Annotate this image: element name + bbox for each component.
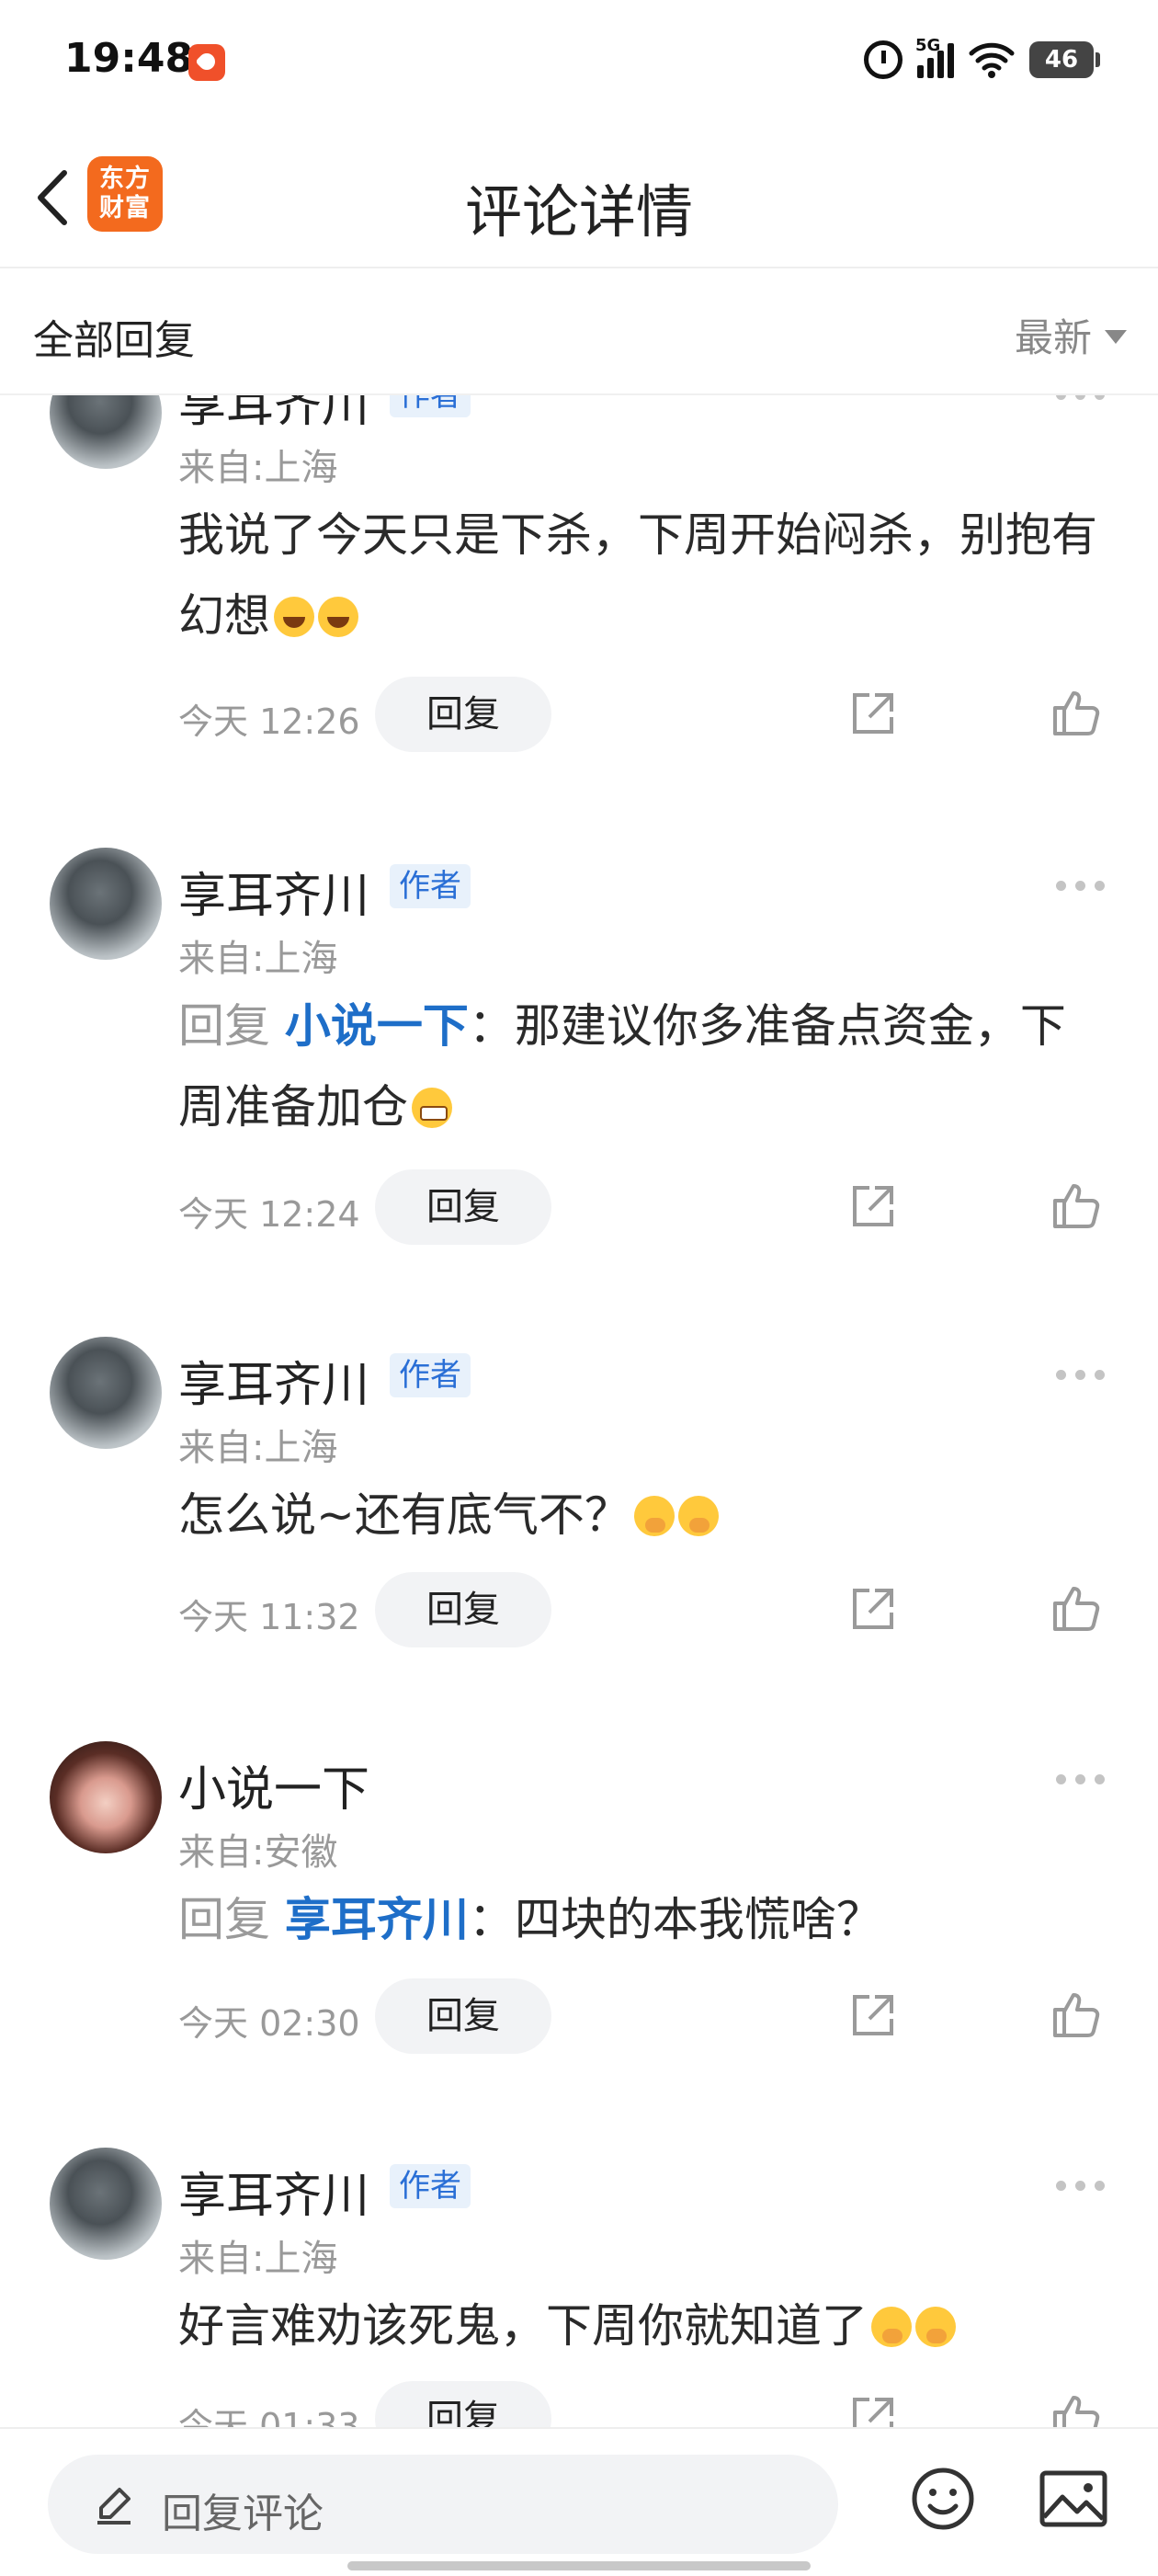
commenter-name[interactable]: 享耳齐川	[178, 1346, 369, 1415]
more-dots-icon[interactable]	[1056, 2181, 1105, 2191]
commenter-name[interactable]: 享耳齐川	[178, 2157, 369, 2226]
status-icons: 5G 46	[864, 36, 1100, 83]
avatar[interactable]	[50, 1741, 162, 1853]
reply-button[interactable]: 回复	[375, 1572, 551, 1647]
comment-body: 我说了今天只是下杀，下周开始闷杀，别抱有幻想	[178, 508, 1097, 643]
comment-text: 回复 小说一下：那建议你多准备点资金，下周准备加仓	[178, 986, 1107, 1147]
reply-input-placeholder: 回复评论	[162, 2491, 324, 2537]
thumbs-up-icon[interactable]	[1050, 686, 1103, 739]
commenter-location: 来自:上海	[178, 2238, 338, 2280]
reply-button[interactable]: 回复	[375, 1169, 551, 1245]
share-icon[interactable]	[847, 1583, 899, 1635]
avatar[interactable]	[50, 2148, 162, 2260]
wifi-icon	[969, 42, 1015, 78]
sort-bar: 全部回复 最新	[0, 268, 1158, 395]
commenter-name[interactable]: 享耳齐川	[178, 857, 369, 926]
author-badge: 作者	[390, 1353, 471, 1397]
pencil-icon	[97, 2488, 131, 2525]
thumbs-up-icon[interactable]	[1050, 1581, 1103, 1635]
page-title: 评论详情	[464, 178, 693, 245]
commenter-location: 来自:上海	[178, 1427, 338, 1469]
sort-value: 最新	[1014, 315, 1092, 360]
bottom-reply-bar: 回复评论	[0, 2427, 1158, 2576]
share-icon[interactable]	[847, 1180, 899, 1232]
commenter-location: 来自:上海	[178, 938, 338, 980]
comment-time: 今天 11:32	[178, 1597, 360, 1637]
sort-dropdown[interactable]: 最新	[1015, 307, 1127, 363]
all-replies-title: 全部回复	[33, 317, 195, 364]
reply-button[interactable]: 回复	[375, 677, 551, 752]
comment-time: 今天 02:30	[178, 2003, 360, 2044]
thumbs-up-icon[interactable]	[1050, 1179, 1103, 1232]
comment-meta: 今天 02:30 回复	[178, 1978, 1107, 2054]
top-nav-bar: 东方 财富 评论详情	[0, 129, 1158, 268]
hand-over-mouth-emoji-icon	[633, 1496, 675, 1536]
hand-over-mouth-emoji-icon	[871, 2307, 912, 2347]
cellular-signal-icon: 5G	[915, 36, 954, 78]
thumbs-up-icon[interactable]	[1050, 1988, 1103, 2041]
status-time: 19:48	[64, 35, 194, 82]
laugh-emoji-icon	[274, 597, 314, 637]
commenter-name[interactable]: 小说一下	[178, 1750, 369, 1819]
author-badge: 作者	[390, 864, 471, 908]
avatar[interactable]	[50, 1337, 162, 1449]
share-icon[interactable]	[847, 1989, 899, 2041]
reply-comment-input[interactable]: 回复评论	[48, 2455, 838, 2554]
home-indicator[interactable]	[347, 2561, 811, 2570]
avatar[interactable]	[50, 848, 162, 960]
reply-button[interactable]: 回复	[375, 1978, 551, 2054]
image-icon[interactable]	[1039, 2469, 1108, 2528]
grin-emoji-icon	[412, 1088, 452, 1128]
comment-body: ：四块的本我慌啥？	[468, 1893, 882, 1946]
comment-time: 今天 12:24	[178, 1194, 360, 1235]
network-type: 5G	[915, 36, 941, 55]
share-icon[interactable]	[847, 688, 899, 739]
author-badge: 作者	[390, 2164, 471, 2208]
commenter-location: 来自:安徽	[178, 1831, 338, 1874]
reply-target-user[interactable]: 享耳齐川	[285, 1893, 469, 1946]
comment-text: 回复 享耳齐川：四块的本我慌啥？	[178, 1879, 1107, 1960]
comment-meta: 今天 11:32 回复	[178, 1572, 1107, 1647]
comment-time: 今天 12:26	[178, 701, 360, 742]
comment-text: 好言难劝该死鬼，下周你就知道了	[178, 2285, 1107, 2366]
laugh-emoji-icon	[318, 597, 358, 637]
comment-body: 怎么说~还有底气不？	[178, 1488, 630, 1542]
comment-body: 好言难劝该死鬼，下周你就知道了	[178, 2299, 868, 2353]
reply-target-user[interactable]: 小说一下	[285, 999, 469, 1053]
comment-meta: 今天 12:26 回复	[178, 677, 1107, 752]
comment-meta: 今天 12:24 回复	[178, 1169, 1107, 1245]
more-dots-icon[interactable]	[1056, 881, 1105, 891]
emoji-icon[interactable]	[910, 2466, 976, 2532]
alarm-icon	[864, 40, 903, 79]
status-bar: 19:48 5G 46	[0, 0, 1158, 129]
battery-icon: 46	[1029, 41, 1100, 78]
reply-prefix: 回复	[178, 999, 270, 1053]
comment-text: 我说了今天只是下杀，下周开始闷杀，别抱有幻想	[178, 495, 1107, 656]
more-dots-icon[interactable]	[1056, 1774, 1105, 1784]
hand-over-mouth-emoji-icon	[677, 1496, 719, 1536]
more-dots-icon[interactable]	[1056, 1370, 1105, 1380]
notification-app-icon	[188, 44, 225, 81]
commenter-location: 来自:上海	[178, 447, 338, 489]
comment-text: 怎么说~还有底气不？	[178, 1475, 1107, 1556]
hand-over-mouth-emoji-icon	[915, 2307, 956, 2347]
reply-prefix: 回复	[178, 1893, 270, 1946]
caret-down-icon	[1105, 330, 1127, 344]
